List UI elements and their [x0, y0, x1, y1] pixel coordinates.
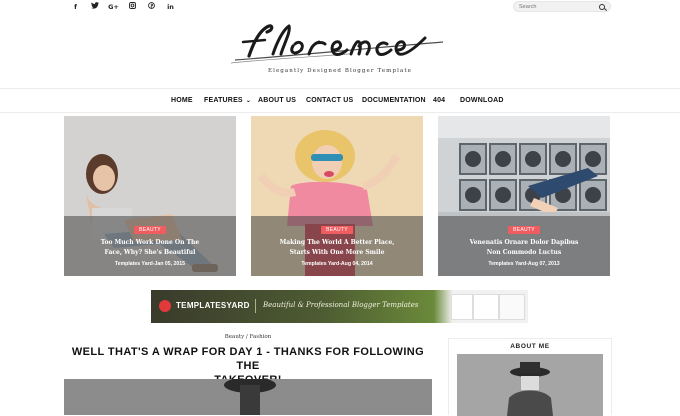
nav-divider-bottom [0, 112, 680, 113]
chevron-down-icon: ⌄ [245, 98, 252, 104]
top-bar: f G+ in [0, 0, 680, 14]
post-meta: Templates Yard-Aug 04, 2014 [301, 261, 373, 267]
post-title[interactable]: Venenatis Ornare Dolor Dapibus Non Commod… [448, 238, 600, 257]
linkedin-icon[interactable]: in [161, 2, 180, 12]
pinterest-icon[interactable] [142, 2, 161, 12]
nav-contact[interactable]: CONTACT US [306, 97, 353, 104]
post-title-line: Making The World A Better Place, [279, 239, 395, 246]
nav-documentation[interactable]: DOCUMENTATION [362, 97, 426, 104]
featured-post-card[interactable]: BEAUTY Making The World A Better Place, S… [251, 116, 423, 276]
post-title[interactable]: Making The World A Better Place, Starts W… [261, 238, 413, 257]
category-badge[interactable]: BEAUTY [134, 226, 166, 234]
template-preview-icon [451, 294, 473, 320]
nav-download[interactable]: DOWNLOAD [460, 97, 504, 104]
post-meta: Templates Yard-Aug 07, 2013 [488, 261, 560, 267]
instagram-icon[interactable] [123, 2, 142, 12]
ad-banner[interactable]: TEMPLATESYARD Beautiful & Professional B… [151, 290, 528, 323]
nav-divider-top [0, 88, 680, 89]
template-preview-icon [499, 294, 525, 320]
nav-features-label: FEATURES [204, 97, 243, 104]
featured-post-card[interactable]: BEAUTY Too Much Work Done On The Face, Wh… [64, 116, 236, 276]
category-badge[interactable]: BEAUTY [508, 226, 540, 234]
banner-slogan: Beautiful & Professional Blogger Templat… [263, 301, 419, 309]
site-logo[interactable] [229, 20, 451, 66]
featured-post-card[interactable]: BEAUTY Venenatis Ornare Dolor Dapibus Non… [438, 116, 610, 276]
template-preview-icon [473, 294, 499, 320]
category-badge[interactable]: BEAUTY [321, 226, 353, 234]
search-input[interactable] [519, 2, 597, 11]
about-me-widget: ABOUT ME [448, 338, 612, 416]
nav-404[interactable]: 404 [433, 97, 445, 104]
search-icon[interactable] [599, 4, 605, 10]
post-title-line: Starts With One More Smile [289, 248, 385, 256]
twitter-icon[interactable] [85, 2, 104, 12]
facebook-icon[interactable]: f [66, 2, 85, 12]
post-title-line: Venenatis Ornare Dolor Dapibus [469, 239, 579, 246]
templatesyard-logo-icon [159, 300, 171, 312]
google-plus-icon[interactable]: G+ [104, 2, 123, 12]
post-meta: Templates Yard-Jan 05, 2015 [114, 261, 186, 267]
post-title[interactable]: Too Much Work Done On The Face, Why? She'… [74, 238, 226, 257]
nav-features[interactable]: FEATURES ⌄ [204, 97, 251, 104]
widget-title: ABOUT ME [510, 343, 550, 350]
social-links: f G+ in [66, 2, 180, 12]
post-title-line: WELL THAT'S A WRAP FOR DAY 1 - THANKS FO… [71, 346, 425, 372]
site-tagline: Elegantly Designed Blogger Template [267, 68, 413, 74]
author-photo [457, 354, 603, 416]
nav-about[interactable]: ABOUT US [258, 97, 296, 104]
search-box [513, 1, 611, 12]
post-title-line: Too Much Work Done On The [100, 239, 200, 246]
post-title-line: Non Commodo Luctus [486, 248, 562, 256]
nav-home[interactable]: HOME [171, 97, 193, 104]
banner-divider [255, 299, 256, 313]
post-title-line: Face, Why? She's Beautiful [104, 248, 196, 256]
post-categories[interactable]: Beauty / Fashion [64, 334, 432, 340]
banner-brand: TEMPLATESYARD [176, 301, 250, 310]
post-image[interactable] [64, 379, 432, 415]
